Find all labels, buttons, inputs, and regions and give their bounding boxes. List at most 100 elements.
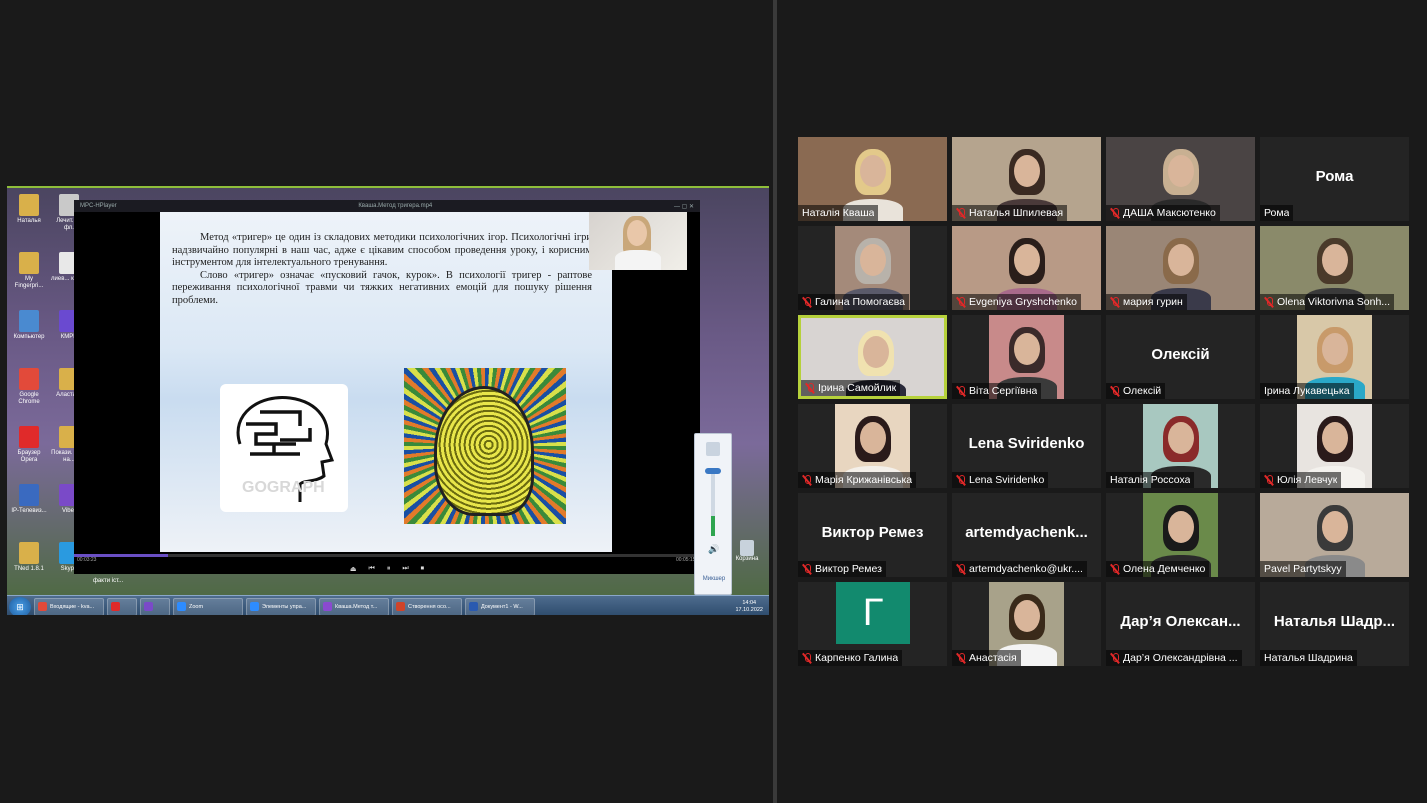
participant-tile[interactable]: Юлія Левчук xyxy=(1260,404,1409,488)
previous-icon[interactable]: ⏮ xyxy=(369,565,375,573)
participant-tile[interactable]: Віта Сергіївна xyxy=(952,315,1101,399)
taskbar-button[interactable]: Створення осо... xyxy=(392,597,462,615)
participant-display-name: Рома xyxy=(1315,168,1354,185)
muted-microphone-icon xyxy=(802,474,812,486)
recycle-bin-icon xyxy=(740,540,754,556)
desktop-icon[interactable]: IP-Телевиз... xyxy=(11,484,47,515)
participant-tile[interactable]: artemdyachenk... artemdyachenko@ukr.... xyxy=(952,493,1101,577)
clock-date: 17.10.2022 xyxy=(735,606,763,613)
taskbar-button[interactable]: Кваша.Метод т... xyxy=(319,597,389,615)
taskbar-button[interactable]: Документ1 - W... xyxy=(465,597,535,615)
muted-microphone-icon xyxy=(1264,296,1274,308)
taskbar-button-label: Документ1 - W... xyxy=(481,603,523,610)
muted-microphone-icon xyxy=(956,385,966,397)
participant-tile[interactable]: Lena Sviridenko Lena Sviridenko xyxy=(952,404,1101,488)
participant-name-label: ДАША Максютенко xyxy=(1106,205,1220,221)
taskbar-button[interactable] xyxy=(107,597,137,615)
participant-tile[interactable]: Ірина Самойлик xyxy=(798,315,947,399)
desktop-extra-label: факти іст... xyxy=(93,578,124,584)
participant-tile[interactable]: Ірина Лукавецька xyxy=(1260,315,1409,399)
windows-taskbar: ⊞ Входящие - kva... Zoom Элементы упра... К… xyxy=(7,595,769,615)
participant-tile[interactable]: Olena Viktorivna Sonh... xyxy=(1260,226,1409,310)
player-seekbar[interactable] xyxy=(74,554,700,557)
participant-name: Evgeniya Gryshchenko xyxy=(969,296,1077,308)
window-controls[interactable]: — ▢ ✕ xyxy=(674,203,694,210)
participant-tile[interactable]: Г Карпенко Галина xyxy=(798,582,947,666)
taskbar-button[interactable]: Zoom xyxy=(173,597,243,615)
presenter-video-thumbnail[interactable] xyxy=(589,212,687,270)
speaker-icon[interactable]: 🔊 xyxy=(708,544,719,555)
volume-slider-thumb[interactable] xyxy=(705,468,721,474)
chrome-icon xyxy=(38,602,47,611)
participant-name-label: Наталія Россоха xyxy=(1106,472,1195,488)
muted-microphone-icon xyxy=(1264,474,1274,486)
taskbar-button-label: Входящие - kva... xyxy=(50,603,95,610)
mixer-link[interactable]: Микшер xyxy=(695,576,733,582)
participant-tile[interactable]: мария гурин xyxy=(1106,226,1255,310)
participant-tile[interactable]: Рома Рома xyxy=(1260,137,1409,221)
muted-microphone-icon xyxy=(956,207,966,219)
participant-tile[interactable]: Evgeniya Gryshchenko xyxy=(952,226,1101,310)
participant-tile[interactable]: Наталья Шадр... Наталья Шадрина xyxy=(1260,582,1409,666)
volume-level xyxy=(711,516,715,536)
pause-icon[interactable]: ⏸ xyxy=(387,565,391,573)
volume-mixer-popup[interactable]: 🔊 Микшер xyxy=(694,433,732,595)
folder-icon xyxy=(19,194,39,216)
participant-tile[interactable]: Виктор Ремез Виктор Ремез xyxy=(798,493,947,577)
opera-icon xyxy=(19,426,39,448)
participant-name: Віта Сергіївна xyxy=(969,385,1038,397)
desktop-icon[interactable]: TNed 1.8.1 xyxy=(11,542,47,573)
powerpoint-icon xyxy=(396,602,405,611)
player-app-name: MPC-HPlayer xyxy=(80,203,117,209)
participant-name-label: Наталья Шпилевая xyxy=(952,205,1068,221)
participant-tile[interactable]: Олексій Олексій xyxy=(1106,315,1255,399)
system-clock[interactable]: 14:04 17.10.2022 xyxy=(735,600,763,614)
taskbar-button[interactable] xyxy=(140,597,170,615)
participant-tile[interactable]: Дар’я Олексан... Дар’я Олександрівна ... xyxy=(1106,582,1255,666)
player-titlebar[interactable]: MPC-HPlayer Кваша.Метод тригера.mp4 — ▢ … xyxy=(74,200,700,212)
participant-name-label: Ірина Лукавецька xyxy=(1260,383,1354,399)
word-icon xyxy=(469,602,478,611)
muted-microphone-icon xyxy=(1110,563,1120,575)
recycle-bin[interactable]: Корзина xyxy=(732,540,762,562)
desktop-icon[interactable]: Google Chrome xyxy=(11,368,47,406)
participant-tile[interactable]: Галина Помогаєва xyxy=(798,226,947,310)
next-icon[interactable]: ⏭ xyxy=(402,565,408,573)
participant-tile[interactable]: Наталія Россоха xyxy=(1106,404,1255,488)
muted-microphone-icon xyxy=(956,652,966,664)
muted-microphone-icon xyxy=(1110,652,1120,664)
muted-microphone-icon xyxy=(805,382,815,394)
clock-time: 14:04 xyxy=(742,599,757,606)
participant-tile[interactable]: Pavel Partytskyy xyxy=(1260,493,1409,577)
folder-icon xyxy=(19,542,39,564)
device-icon xyxy=(706,442,720,456)
participant-name: Олексій xyxy=(1123,385,1162,397)
panel-divider[interactable] xyxy=(773,0,777,803)
participant-name: Наталья Шпилевая xyxy=(969,207,1064,219)
media-player-window[interactable]: MPC-HPlayer Кваша.Метод тригера.mp4 — ▢ … xyxy=(74,200,700,574)
participant-tile[interactable]: Наталія Кваша xyxy=(798,137,947,221)
desktop-icon[interactable]: Наталья xyxy=(11,194,47,225)
participant-tile[interactable]: Олена Демченко xyxy=(1106,493,1255,577)
stop-icon[interactable]: ⏹ xyxy=(421,565,425,573)
taskbar-button[interactable]: Входящие - kva... xyxy=(34,597,104,615)
zoom-icon xyxy=(250,602,259,611)
desktop-icon[interactable]: Браузер Opera xyxy=(11,426,47,464)
participant-display-name: Наталья Шадр... xyxy=(1273,613,1396,630)
participant-name-label: Наталія Кваша xyxy=(798,205,879,221)
participant-name: Наталія Кваша xyxy=(802,207,875,219)
desktop-icon[interactable]: Компьютер xyxy=(11,310,47,341)
participant-tile[interactable]: ДАША Максютенко xyxy=(1106,137,1255,221)
participant-name: Рома xyxy=(1264,207,1290,219)
shared-screen: Наталья Лечит. на фл. My Fingerpri... лиев.… xyxy=(7,186,769,615)
participant-tile[interactable]: Наталья Шпилевая xyxy=(952,137,1101,221)
participant-tile[interactable]: Марія Крижанівська xyxy=(798,404,947,488)
recycle-bin-label: Корзина xyxy=(735,556,759,562)
participant-tile[interactable]: Анастасія xyxy=(952,582,1101,666)
desktop-icon[interactable]: My Fingerpri... xyxy=(11,252,47,290)
eject-icon[interactable]: ⏏ xyxy=(350,565,357,573)
participant-name: Ірина Лукавецька xyxy=(1264,385,1350,397)
start-button[interactable]: ⊞ xyxy=(9,596,31,615)
taskbar-button[interactable]: Элементы упра... xyxy=(246,597,316,615)
glowing-head-image xyxy=(404,368,566,524)
